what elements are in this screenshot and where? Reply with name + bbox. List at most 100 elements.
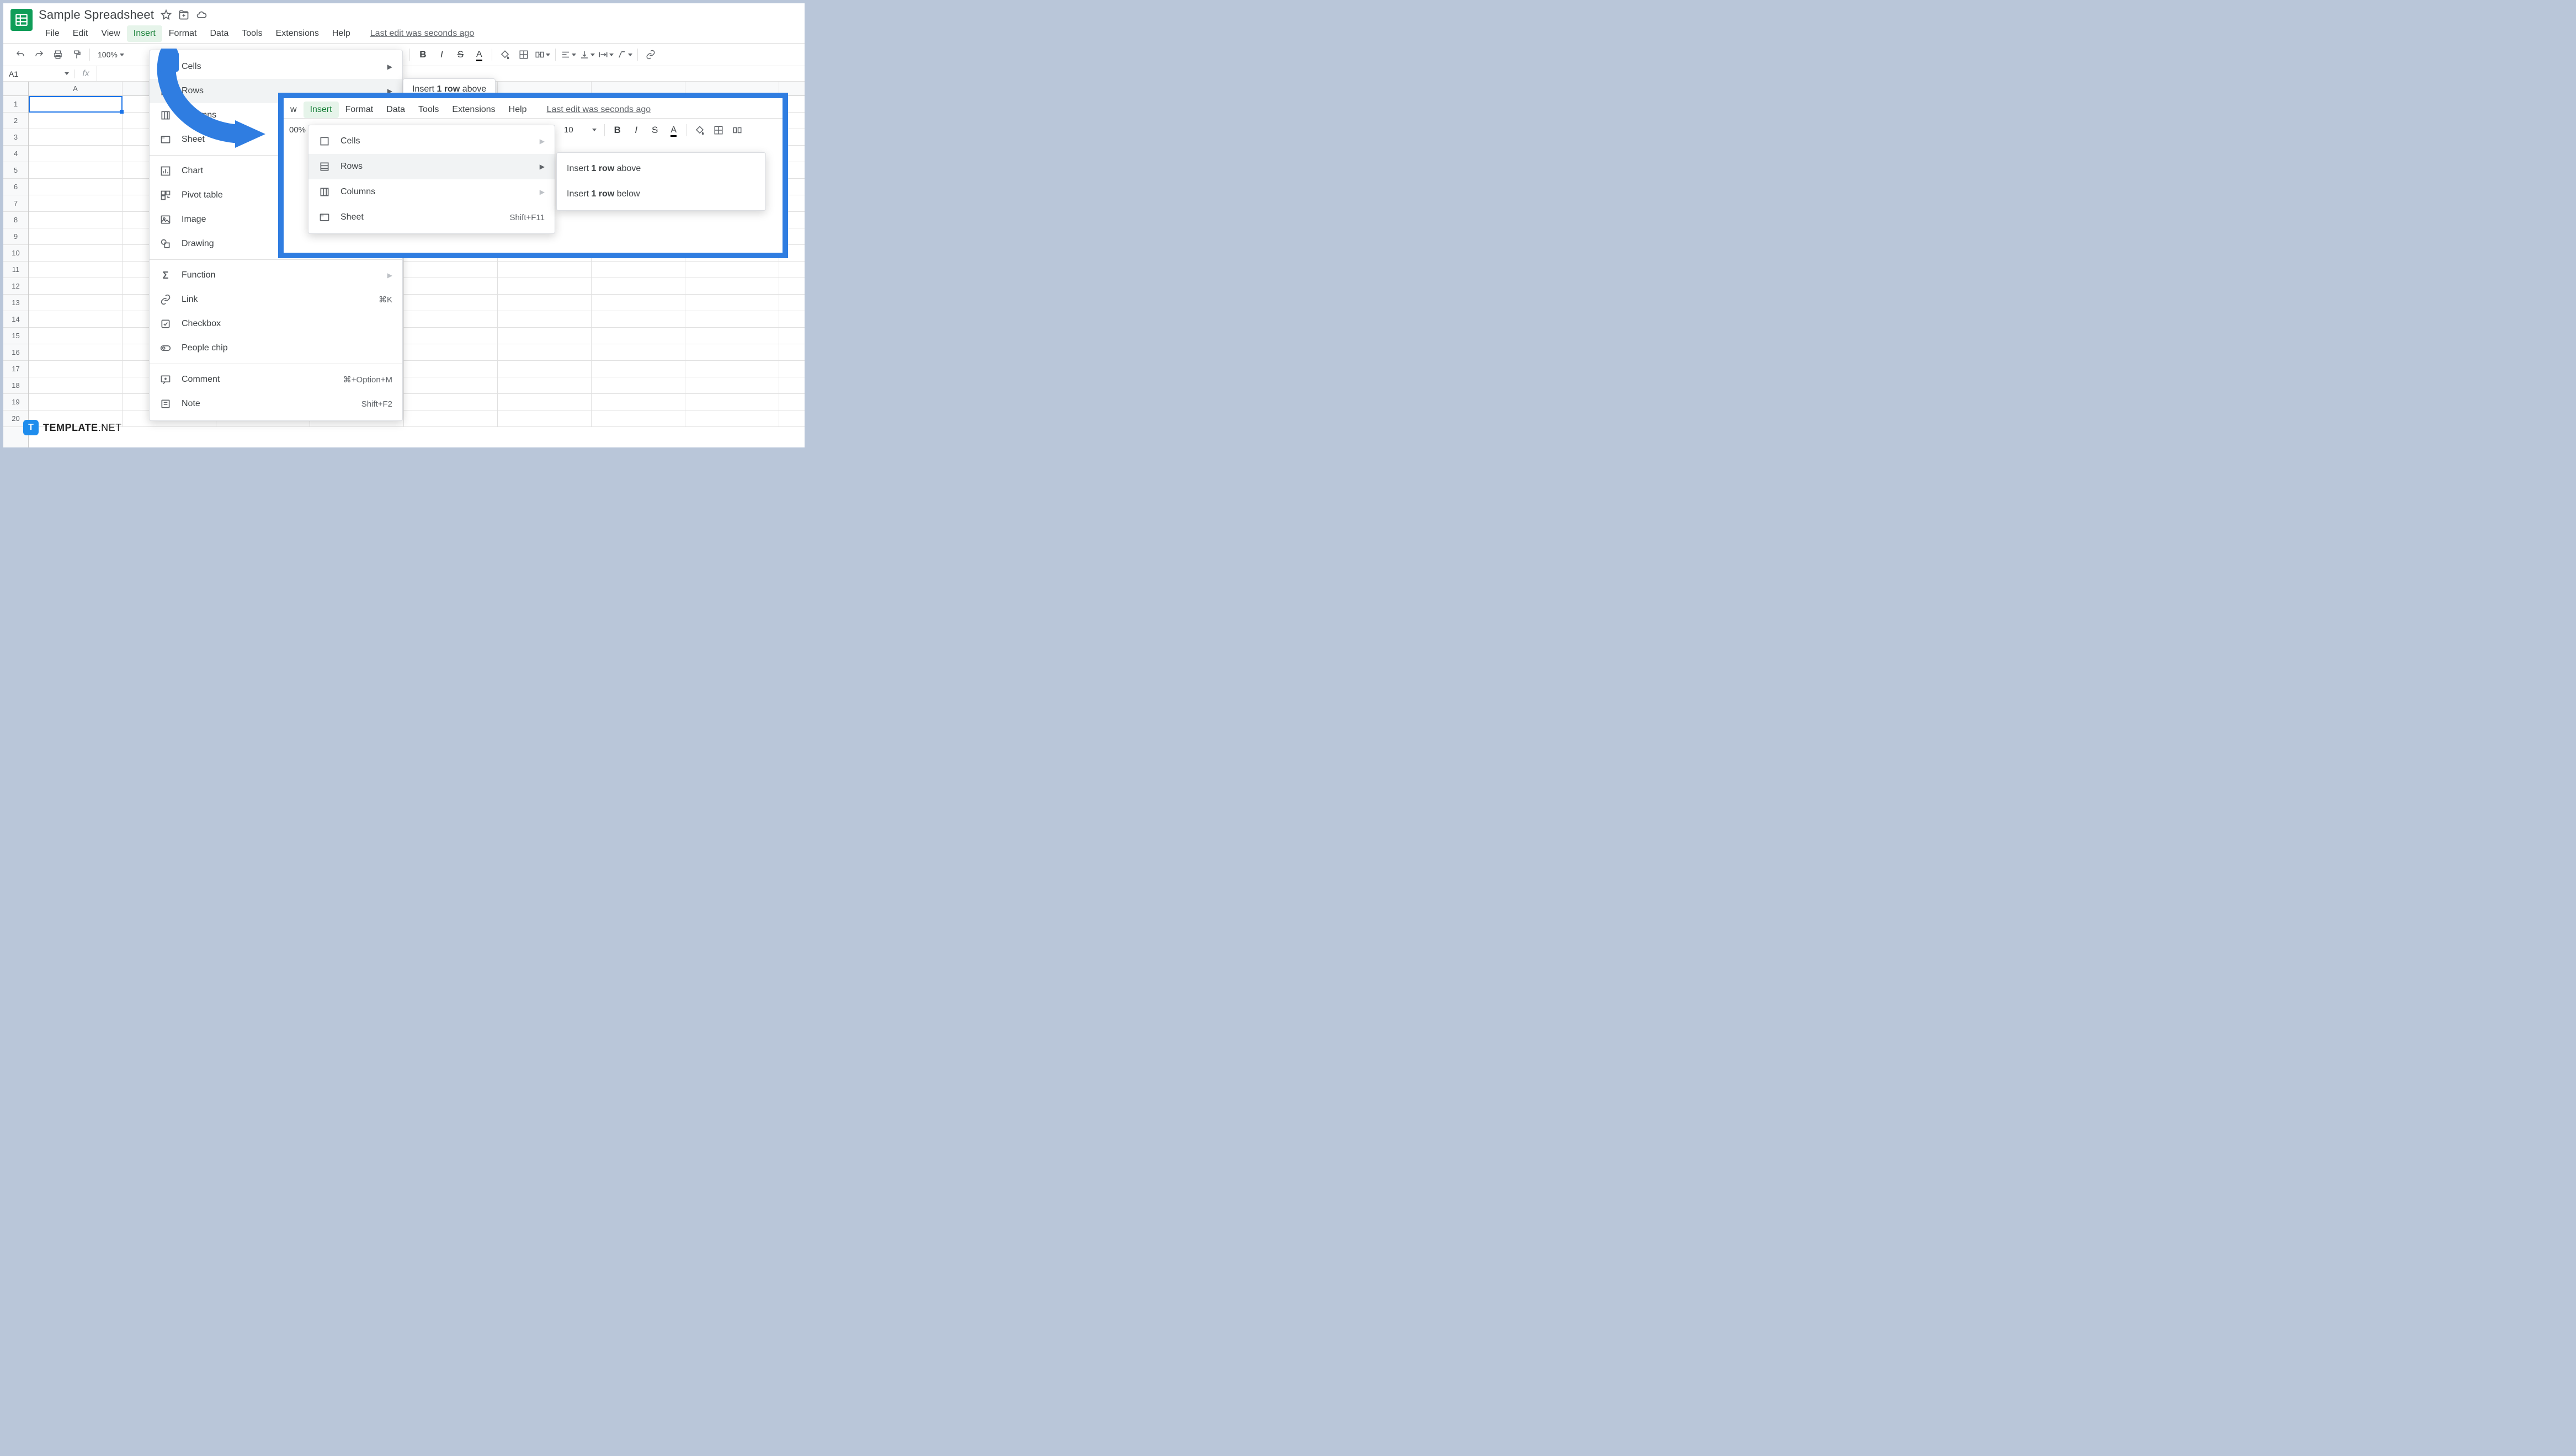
row-header[interactable]: 15 <box>3 328 28 344</box>
font-size-select[interactable]: 10 <box>560 125 601 135</box>
valign-icon[interactable] <box>578 45 597 64</box>
borders-icon[interactable] <box>709 121 728 140</box>
row-header[interactable]: 11 <box>3 262 28 278</box>
menu-insert[interactable]: Insert <box>127 25 162 42</box>
bold-icon[interactable]: B <box>608 121 627 140</box>
col-header[interactable] <box>685 82 779 95</box>
undo-icon[interactable] <box>11 45 30 64</box>
row-header[interactable]: 2 <box>3 113 28 129</box>
row-header[interactable]: 6 <box>3 179 28 195</box>
row-header[interactable]: 13 <box>3 295 28 311</box>
menu-edit[interactable]: Edit <box>66 25 95 42</box>
row-header[interactable]: 8 <box>3 212 28 228</box>
row-header[interactable]: 5 <box>3 162 28 179</box>
sheets-logo[interactable] <box>10 7 33 33</box>
menu-view-fragment[interactable]: w <box>289 102 304 118</box>
chevron-right-icon: ▶ <box>387 63 392 71</box>
star-icon[interactable] <box>161 9 172 20</box>
insert-sheet[interactable]: SheetShift+F11 <box>308 205 555 230</box>
row-header[interactable]: 18 <box>3 377 28 394</box>
col-header[interactable] <box>498 82 592 95</box>
select-all-corner[interactable] <box>3 82 29 96</box>
insert-rows[interactable]: Rows▶ <box>308 154 555 179</box>
italic-icon[interactable]: I <box>627 121 646 140</box>
menu-format[interactable]: Format <box>339 102 380 118</box>
row-header[interactable]: 14 <box>3 311 28 328</box>
menu-data[interactable]: Data <box>203 25 235 42</box>
row-header[interactable]: 10 <box>3 245 28 262</box>
cloud-icon[interactable] <box>196 9 207 20</box>
insert-row-above[interactable]: Insert 1 row above <box>557 156 765 182</box>
menu-data[interactable]: Data <box>380 102 412 118</box>
strikethrough-icon[interactable]: S <box>451 45 470 64</box>
row-header[interactable]: 19 <box>3 394 28 410</box>
menu-extensions[interactable]: Extensions <box>445 102 502 118</box>
insert-row-below[interactable]: Insert 1 row below <box>557 182 765 207</box>
text-color-icon[interactable]: A <box>470 45 488 64</box>
row-header[interactable]: 3 <box>3 129 28 146</box>
row-header[interactable]: 12 <box>3 278 28 295</box>
redo-icon[interactable] <box>30 45 49 64</box>
col-header[interactable] <box>592 82 685 95</box>
fill-color-icon[interactable] <box>690 121 709 140</box>
name-box[interactable]: A1 <box>3 70 75 78</box>
insert-function[interactable]: Σ Function▶ <box>150 263 402 287</box>
active-cell[interactable] <box>29 96 123 113</box>
link-icon[interactable] <box>641 45 660 64</box>
italic-icon[interactable]: I <box>432 45 451 64</box>
insert-columns[interactable]: Columns▶ <box>308 179 555 205</box>
row-header[interactable]: 16 <box>3 344 28 361</box>
columns-icon <box>318 186 331 198</box>
insert-comment[interactable]: Comment⌘+Option+M <box>150 367 402 392</box>
insert-cells[interactable]: Cells▶ <box>150 55 402 79</box>
menu-extensions[interactable]: Extensions <box>269 25 326 42</box>
rotate-icon[interactable] <box>615 45 634 64</box>
edit-status[interactable]: Last edit was seconds ago <box>547 105 651 115</box>
row-header[interactable]: 9 <box>3 228 28 245</box>
paint-format-icon[interactable] <box>67 45 86 64</box>
insert-cells[interactable]: Cells▶ <box>308 129 555 154</box>
move-icon[interactable] <box>178 9 189 20</box>
menu-insert[interactable]: Insert <box>304 102 339 118</box>
fill-handle[interactable] <box>120 110 124 114</box>
chevron-down-icon <box>572 54 576 56</box>
menu-help[interactable]: Help <box>502 102 534 118</box>
edit-status[interactable]: Last edit was seconds ago <box>370 29 475 39</box>
wrap-icon[interactable] <box>597 45 615 64</box>
zoom-fragment[interactable]: 00% <box>289 125 310 135</box>
insert-note[interactable]: NoteShift+F2 <box>150 392 402 416</box>
menu-tools[interactable]: Tools <box>412 102 445 118</box>
doc-title[interactable]: Sample Spreadsheet <box>39 8 154 22</box>
row-header[interactable]: 17 <box>3 361 28 377</box>
merge-icon[interactable] <box>533 45 552 64</box>
row-header[interactable]: 4 <box>3 146 28 162</box>
insert-link[interactable]: Link⌘K <box>150 287 402 312</box>
insert-checkbox[interactable]: Checkbox <box>150 312 402 336</box>
row-header[interactable]: 7 <box>3 195 28 212</box>
insert-rows-submenu: Insert 1 row above <box>403 78 496 100</box>
bold-icon[interactable]: B <box>413 45 432 64</box>
menu-view[interactable]: View <box>94 25 126 42</box>
col-header[interactable]: A <box>29 82 123 95</box>
row-header[interactable]: 1 <box>3 96 28 113</box>
chevron-right-icon: ▶ <box>540 188 545 196</box>
insert-people[interactable]: People chip <box>150 336 402 360</box>
text-color-icon[interactable]: A <box>664 121 683 140</box>
merge-icon[interactable] <box>728 121 747 140</box>
menu-format[interactable]: Format <box>162 25 204 42</box>
people-icon <box>159 342 172 354</box>
menu-help[interactable]: Help <box>326 25 357 42</box>
strikethrough-icon[interactable]: S <box>646 121 664 140</box>
zoom-select[interactable]: 100% <box>93 50 129 59</box>
menu-file[interactable]: File <box>39 25 66 42</box>
rows-icon <box>159 85 172 97</box>
rows-icon <box>318 161 331 173</box>
cells-icon <box>159 61 172 73</box>
fill-color-icon[interactable] <box>496 45 514 64</box>
borders-icon[interactable] <box>514 45 533 64</box>
menu-tools[interactable]: Tools <box>235 25 269 42</box>
print-icon[interactable] <box>49 45 67 64</box>
halign-icon[interactable] <box>559 45 578 64</box>
chevron-down-icon <box>546 54 550 56</box>
chevron-down-icon <box>120 54 124 56</box>
